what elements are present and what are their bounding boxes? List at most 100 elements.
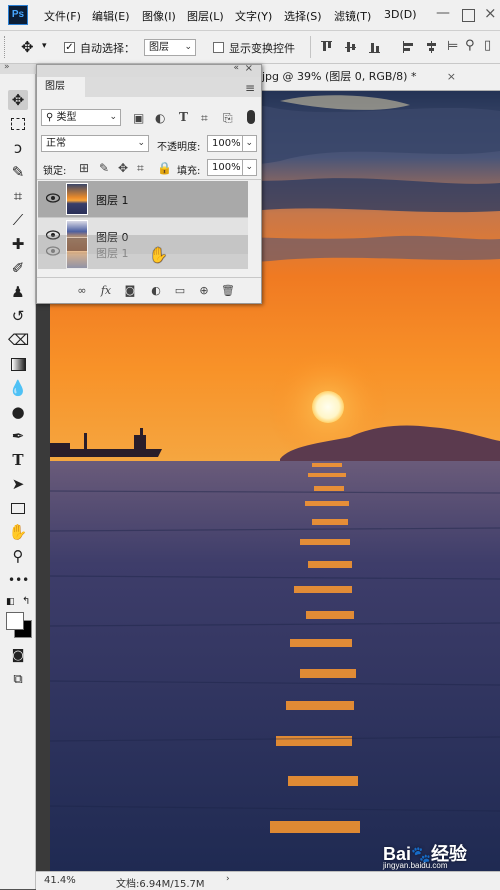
link-layers-icon[interactable]: ∞ (75, 284, 89, 297)
blend-mode-value: 正常 (46, 138, 66, 149)
document-tab-title: jpg @ 39% (图层 0, RGB/8) * (262, 70, 417, 83)
delete-layer-icon[interactable]: 🗑 (221, 284, 235, 297)
align-right-icon[interactable]: ⊨ (447, 39, 458, 54)
adjustment-filter-icon[interactable]: ◐ (155, 111, 165, 125)
menu-layer[interactable]: 图层(L) (187, 8, 224, 24)
menu-select[interactable]: 选择(S) (284, 8, 322, 24)
default-colors-icon[interactable]: ◧ (6, 597, 15, 607)
align-left-icon[interactable] (403, 41, 414, 53)
zoom-icon[interactable]: ⚲ (8, 546, 28, 566)
chevron-down-icon[interactable]: ▾ (42, 41, 47, 51)
blend-mode-dropdown[interactable]: 正常 ⌄ (41, 135, 149, 152)
tab-layers[interactable]: 图层 (37, 77, 85, 97)
hand-icon[interactable]: ✋ (8, 522, 28, 542)
add-mask-icon[interactable]: ◙ (123, 284, 137, 297)
rectangle-icon[interactable] (8, 498, 28, 518)
type-icon[interactable]: T (8, 450, 28, 470)
layer-thumbnail (66, 237, 88, 269)
menu-3d[interactable]: 3D(D) (384, 8, 417, 21)
menu-type[interactable]: 文字(Y) (235, 8, 272, 24)
quick-mask-icon[interactable]: ◙ (8, 646, 28, 666)
menu-file[interactable]: 文件(F) (44, 8, 81, 24)
eye-icon[interactable] (46, 193, 60, 203)
filter-toggle[interactable] (247, 110, 255, 124)
menu-edit[interactable]: 编辑(E) (92, 8, 130, 24)
document-tab[interactable]: jpg @ 39% (图层 0, RGB/8) * × (254, 64, 500, 90)
fill-value: 100% (212, 162, 241, 173)
status-arrow-icon[interactable]: › (226, 874, 230, 884)
layer-filter-dropdown[interactable]: ⚲ 类型 ⌄ (41, 109, 121, 126)
new-group-icon[interactable]: ▭ (173, 284, 187, 297)
lock-all-icon[interactable]: 🔒 (157, 161, 172, 175)
layer-row-layer-1[interactable]: 图层 1 (38, 181, 248, 217)
auto-select-checkbox[interactable]: ✓ (64, 42, 75, 53)
crop-icon[interactable]: ⌗ (8, 186, 28, 206)
menu-image[interactable]: 图像(I) (142, 8, 176, 24)
brush-icon[interactable]: ✐ (8, 258, 28, 278)
path-select-icon[interactable]: ➤ (8, 474, 28, 494)
chevron-down-icon: ⌄ (184, 42, 192, 52)
pixel-filter-icon[interactable]: ▣ (133, 111, 144, 125)
close-tab-icon[interactable]: × (447, 64, 456, 90)
align-top-icon[interactable] (321, 41, 332, 53)
restore-icon[interactable] (462, 9, 475, 22)
dodge-icon[interactable]: ● (8, 402, 28, 422)
quick-select-icon[interactable]: ✎ (8, 162, 28, 182)
layers-panel: « × 图层 ≡ ⚲ 类型 ⌄ ▣ ◐ T ⌗ ⎘ 正常 ⌄ 不透明度: 100… (36, 63, 262, 304)
foreground-color-swatch[interactable] (6, 612, 24, 630)
new-layer-icon[interactable]: ⊕ (197, 284, 211, 297)
eraser-icon[interactable]: ⌫ (8, 330, 29, 350)
pen-icon[interactable]: ✒ (8, 426, 28, 446)
panel-divider (37, 179, 261, 180)
move-icon[interactable]: ✥ (8, 90, 28, 110)
layer-name[interactable]: 图层 1 (96, 192, 129, 208)
close-panel-icon[interactable]: × (245, 63, 253, 74)
move-tool-preset-icon[interactable]: ✥ (21, 38, 34, 56)
chevron-down-icon: ⌄ (109, 112, 117, 122)
panel-title-strip[interactable]: « × (37, 63, 261, 77)
lock-position-icon[interactable]: ✥ (118, 161, 128, 175)
panel-menu-icon[interactable]: ≡ (245, 81, 255, 95)
adjustment-layer-icon[interactable]: ◐ (149, 284, 163, 297)
fill-field[interactable]: 100% ⌄ (207, 159, 257, 176)
more-icon[interactable]: ••• (8, 570, 29, 590)
menu-filter[interactable]: 滤镜(T) (334, 8, 371, 24)
align-vcenter-icon[interactable] (345, 41, 356, 53)
collapse-panel-icon[interactable]: « (233, 63, 239, 73)
close-icon[interactable]: × (484, 4, 497, 22)
layer-style-icon[interactable]: fx (99, 284, 113, 297)
fill-label: 填充: (177, 166, 201, 177)
distribute-icon[interactable]: ▯ (484, 38, 491, 53)
options-grip (4, 36, 7, 58)
healing-icon[interactable]: ✚ (8, 234, 28, 254)
show-transform-checkbox[interactable] (213, 42, 224, 53)
search-icon: ⚲ (46, 112, 57, 123)
eyedropper-icon[interactable]: ⟋ (8, 210, 28, 230)
smart-object-filter-icon[interactable]: ⎘ (223, 111, 233, 125)
lock-artboard-icon[interactable]: ⌗ (137, 161, 144, 175)
lock-transparent-icon[interactable]: ⊞ (79, 161, 89, 175)
gradient-icon[interactable] (8, 354, 28, 374)
opacity-field[interactable]: 100% ⌄ (207, 135, 257, 152)
stamp-icon[interactable]: ♟ (8, 282, 28, 302)
layer-filter-value: 类型 (56, 112, 77, 123)
align-bottom-icon[interactable] (369, 41, 380, 53)
type-filter-icon[interactable]: T (179, 110, 188, 124)
screen-mode-icon[interactable]: ⧉ (8, 670, 28, 690)
align-hcenter-icon[interactable] (426, 41, 437, 53)
marquee-icon[interactable] (8, 114, 28, 134)
collapse-icon[interactable]: » (4, 62, 10, 72)
auto-select-target-dropdown[interactable]: 图层 ⌄ (144, 39, 196, 56)
history-brush-icon[interactable]: ↺ (8, 306, 28, 326)
lock-pixels-icon[interactable]: ✎ (99, 161, 109, 175)
lasso-icon[interactable]: ↄ (8, 138, 28, 158)
opacity-value: 100% (212, 138, 241, 149)
zoom-level[interactable]: 41.4% (44, 875, 76, 886)
search-icon[interactable]: ⚲ (465, 38, 475, 53)
minimize-icon[interactable]: — (436, 5, 450, 21)
options-divider (310, 36, 311, 58)
shape-filter-icon[interactable]: ⌗ (201, 111, 208, 125)
swap-colors-icon[interactable]: ↰ (22, 596, 30, 607)
blur-icon[interactable]: 💧 (8, 378, 28, 398)
layer-name: 图层 1 (96, 247, 129, 260)
